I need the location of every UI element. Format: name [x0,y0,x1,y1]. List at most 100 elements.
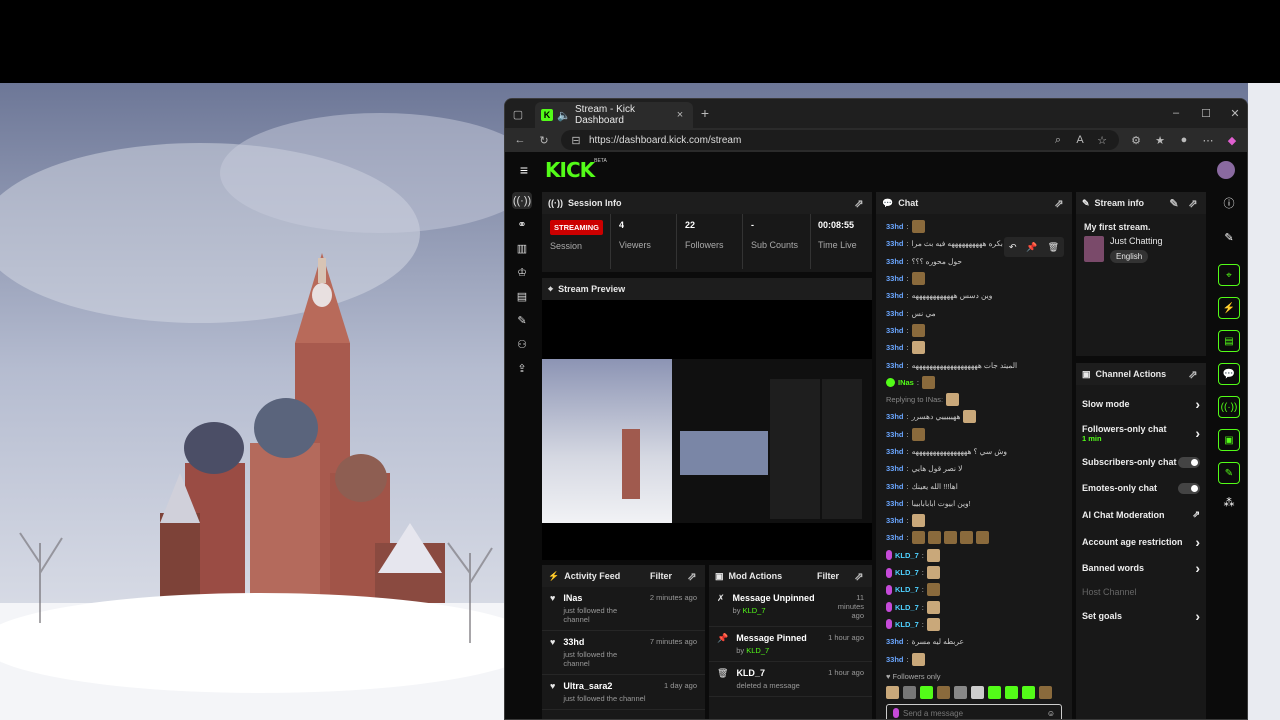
popout-icon[interactable]: ⇗ [852,569,866,583]
hamburger-menu-icon[interactable]: ≡ [517,162,531,178]
popout-icon[interactable]: ⇗ [1052,196,1066,210]
chat-username[interactable]: 33hd [886,326,904,335]
toggle-switch[interactable] [1178,482,1200,494]
chat-message[interactable]: KLD_7: [886,547,1062,564]
channel-action-ai-chat-moderation[interactable]: AI Chat Moderation ⇗ [1076,501,1206,528]
chat-username[interactable]: INas [898,378,914,387]
chat-username[interactable]: 33hd [886,482,904,491]
emote[interactable] [937,686,950,699]
quick-action-camera-button[interactable]: ⌖ [1218,264,1240,286]
chat-message[interactable]: KLD_7: [886,564,1062,581]
popout-icon[interactable]: ⇗ [1186,196,1200,210]
nav-community-icon[interactable]: ⚇ [512,336,532,353]
chat-username[interactable]: 33hd [886,447,904,456]
emote[interactable] [1005,686,1018,699]
chat-username[interactable]: 33hd [886,412,904,421]
popout-icon[interactable]: ⇗ [852,196,866,210]
chat-username[interactable]: 33hd [886,222,904,231]
chat-message[interactable]: 33hd: عربطه ليه مسرة [886,633,1062,650]
chat-message[interactable]: KLD_7: [886,581,1062,598]
chat-username[interactable]: KLD_7 [895,603,919,612]
chat-message[interactable]: 33hd: وين ابيوت ابابابابيبا! [886,495,1062,512]
nav-link-icon[interactable]: ⚭ [512,216,532,233]
chat-username[interactable]: 33hd [886,239,904,248]
more-options-icon[interactable]: ⋯ [1201,133,1215,147]
popout-icon[interactable]: ⇗ [1186,367,1200,381]
chat-message[interactable]: 33hd: الميتد جات هههههههههههههههههههه [886,356,1062,373]
favorite-star-icon[interactable]: ☆ [1095,133,1109,147]
read-aloud-icon[interactable]: A [1073,133,1087,147]
chat-username[interactable]: 33hd [886,533,904,542]
close-window-button[interactable]: ✕ [1228,106,1242,120]
nav-trophy-icon[interactable]: ♔ [512,264,532,281]
site-info-icon[interactable]: ⊟ [571,133,581,147]
new-tab-button[interactable]: + [698,105,712,121]
chat-username[interactable]: Replying to INas: [886,395,943,404]
quick-action-tools-button[interactable]: ✎ [1218,462,1240,484]
nav-analytics-icon[interactable]: ▥ [512,240,532,257]
mod-filter-button[interactable]: Filter [817,571,839,581]
quick-action-bolt-button[interactable]: ⚡ [1218,297,1240,319]
chat-username[interactable]: KLD_7 [895,585,919,594]
channel-action-subscribers-only-chat[interactable]: Subscribers-only chat [1076,449,1206,475]
quick-action-media-button[interactable]: ▣ [1218,429,1240,451]
channel-action-emotes-only-chat[interactable]: Emotes-only chat [1076,475,1206,501]
chat-username[interactable]: 33hd [886,464,904,473]
quick-action-chat-button[interactable]: 💬 [1218,363,1240,385]
chat-input[interactable]: Send a message ☺ [886,704,1062,719]
activity-filter-button[interactable]: Filter [650,571,672,581]
minimize-button[interactable]: – [1169,106,1183,120]
speaker-icon[interactable]: 🔈 [557,108,571,122]
chat-message[interactable]: 33hd: لا نصر قول هايي [886,460,1062,477]
emote[interactable] [971,686,984,699]
chat-message[interactable]: 33hd: وين دسس ههههههههههههه [886,287,1062,304]
emote[interactable] [1022,686,1035,699]
chat-message[interactable]: 33hd: [886,270,1062,287]
popout-icon[interactable]: ⇗ [685,569,699,583]
channel-action-banned-words[interactable]: Banned words › [1076,555,1206,581]
nav-stream-icon[interactable]: ((·)) [512,192,532,209]
channel-action-set-goals[interactable]: Set goals › [1076,603,1206,629]
emoji-icon[interactable]: ☺ [1047,709,1055,718]
chat-message[interactable]: 33hd: وش سي ؟ ههههههههههههههههه [886,443,1062,460]
emote[interactable] [988,686,1001,699]
reply-icon[interactable]: ↶ [1009,242,1017,253]
chat-username[interactable]: 33hd [886,343,904,352]
chat-message[interactable]: 33hd: مي نس [886,304,1062,321]
chat-username[interactable]: 33hd [886,274,904,283]
nav-tools-icon[interactable]: ✎ [512,312,532,329]
favorites-icon[interactable]: ★ [1153,133,1167,147]
chat-username[interactable]: 33hd [886,499,904,508]
stream-preview-video[interactable] [542,359,872,523]
chat-message[interactable]: 33hd: [886,339,1062,356]
emote[interactable] [903,686,916,699]
quick-action-note-button[interactable]: ▤ [1218,330,1240,352]
browser-tab[interactable]: K 🔈 Stream - Kick Dashboard × [535,102,693,128]
chat-message[interactable]: 33hd: اها!!! الله يعينك [886,477,1062,494]
kick-logo[interactable]: KICKBETA [545,158,607,182]
edit-icon[interactable]: ✎ [1167,196,1181,210]
chat-message[interactable]: 33hd: [886,529,1062,546]
delete-icon[interactable]: 🗑 [1048,242,1059,253]
chat-username[interactable]: 33hd [886,257,904,266]
chat-message[interactable]: 33hd: [886,650,1062,667]
refresh-icon[interactable]: ↻ [537,133,551,147]
back-arrow-icon[interactable]: ← [513,133,527,147]
chat-message[interactable]: KLD_7: [886,616,1062,633]
chat-username[interactable]: 33hd [886,430,904,439]
extensions-icon[interactable]: ⚙ [1129,133,1143,147]
quick-action-broadcast-button[interactable]: ((·)) [1218,396,1240,418]
chat-username[interactable]: KLD_7 [895,620,919,629]
chat-message[interactable]: 33hd: [886,512,1062,529]
chat-username[interactable]: KLD_7 [895,568,919,577]
chat-username[interactable]: 33hd [886,361,904,370]
pen-icon[interactable]: ✎ [1222,230,1236,244]
chat-message[interactable]: Replying to INas: [886,391,1062,408]
emote[interactable] [1039,686,1052,699]
chat-message[interactable]: 33hd: [886,218,1062,235]
chat-message[interactable]: 33hd: ههيييييي دهسرر [886,408,1062,425]
profile-icon[interactable]: ● [1177,133,1191,147]
chat-username[interactable]: 33hd [886,637,904,646]
pin-icon[interactable]: 📌 [1026,242,1037,253]
add-widget-icon[interactable]: ⁂ [1222,495,1236,509]
